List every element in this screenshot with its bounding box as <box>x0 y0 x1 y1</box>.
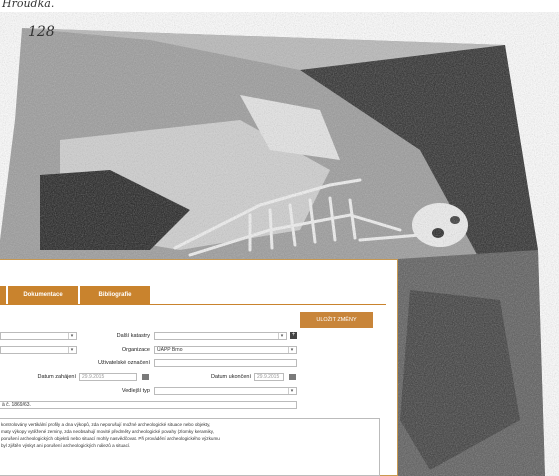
chevron-down-icon: ▾ <box>288 347 295 353</box>
add-icon[interactable]: + <box>290 332 297 339</box>
uzivatelske-oznaceni-input[interactable] <box>154 359 297 367</box>
vedlejsi-typ-label: Vedlejší typ <box>121 388 150 394</box>
chevron-down-icon: ▾ <box>278 333 285 339</box>
dalsi-katastry-label: Další katastry <box>116 333 150 339</box>
datum-zahajeni-input[interactable]: 29.9.2015 <box>79 373 137 381</box>
vedlejsi-typ-select[interactable]: ▾ <box>154 387 297 395</box>
tab-dokumentace[interactable]: Dokumentace <box>8 286 78 304</box>
note-input[interactable]: ä č. 1869/63. <box>0 401 297 409</box>
tab-previous[interactable] <box>0 286 6 304</box>
calendar-icon[interactable] <box>142 374 149 380</box>
datum-ukonceni-input[interactable]: 29.9.2015 <box>254 373 284 381</box>
handwritten-caption: Hroudka. <box>2 0 55 10</box>
organizace-value: ÚAPP Brno <box>157 347 183 353</box>
datum-zahajeni-label: Datum zahájení <box>37 374 76 380</box>
description-line: kontrolovány vertikální profily a dna vý… <box>1 422 211 427</box>
dalsi-katastry-select[interactable]: ▾ <box>154 332 287 340</box>
save-button[interactable]: ULOŽIT ZMĚNY <box>300 312 373 328</box>
left-select-2[interactable]: ▾ <box>0 346 77 354</box>
description-line: maty výkopy vytěžené zeminy, zda neobsah… <box>1 429 215 434</box>
chevron-down-icon: ▾ <box>288 388 295 394</box>
organizace-label: Organizace <box>121 347 150 353</box>
chevron-down-icon: ▾ <box>68 347 75 353</box>
left-select-1[interactable]: ▾ <box>0 332 77 340</box>
organizace-select[interactable]: ÚAPP Brno ▾ <box>154 346 297 354</box>
datum-ukonceni-label: Datum ukončení <box>210 374 251 380</box>
calendar-icon[interactable] <box>289 374 296 380</box>
uzivatelske-oznaceni-label: Uživatelské označení <box>98 360 150 366</box>
description-line: byl zjištěn výskyt ani porušení archeolo… <box>1 443 131 448</box>
tab-underline <box>0 304 386 305</box>
handwritten-number: 128 <box>28 24 55 40</box>
chevron-down-icon: ▾ <box>68 333 75 339</box>
tab-bibliografie[interactable]: Bibliografie <box>80 286 150 304</box>
description-textarea[interactable]: kontrolovány vertikální profily a dna vý… <box>0 418 380 476</box>
description-line: porušení archeologických objektů nebo si… <box>1 436 220 441</box>
tab-bar: Dokumentace Bibliografie <box>0 286 152 304</box>
